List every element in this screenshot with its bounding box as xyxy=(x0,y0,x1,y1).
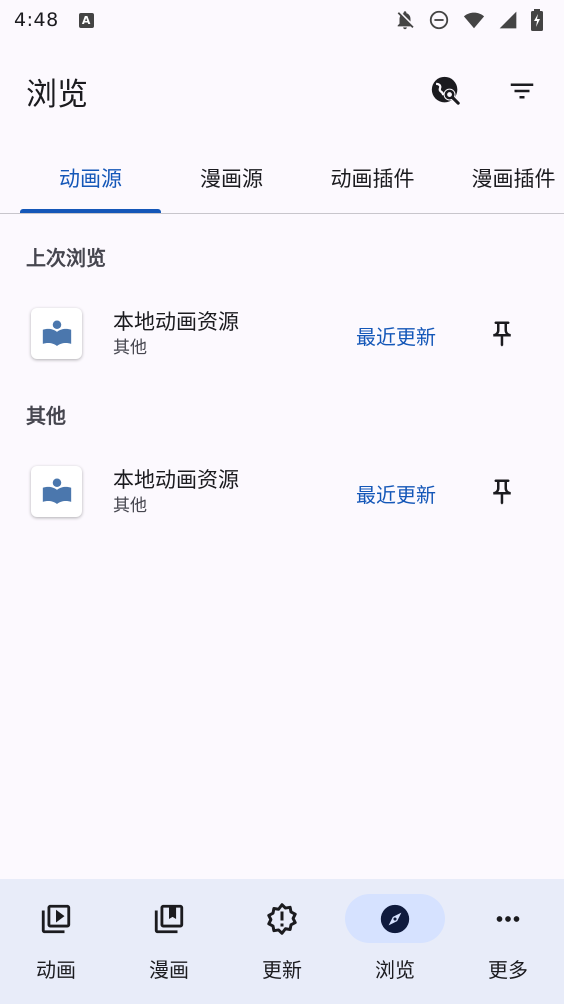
nav-more[interactable]: 更多 xyxy=(452,879,564,1004)
source-language: 其他 xyxy=(113,496,147,516)
status-time: 4:48 xyxy=(14,9,59,31)
latest-button[interactable]: 最近更新 xyxy=(356,479,436,508)
source-icon xyxy=(31,308,82,359)
tab-anime-extensions[interactable]: 动画插件 xyxy=(302,144,443,212)
nav-more-indicator xyxy=(458,894,558,943)
explore-icon xyxy=(380,904,410,933)
section-header-other: 其他 xyxy=(26,404,66,428)
source-tabs: 动画源 漫画源 动画插件 漫画插件 xyxy=(0,144,564,214)
global-search-button[interactable] xyxy=(428,73,464,109)
nav-anime[interactable]: 动画 xyxy=(0,879,112,1004)
nav-updates[interactable]: 更新 xyxy=(226,879,338,1004)
filter-button[interactable] xyxy=(504,73,540,109)
source-text: 本地动画资源 其他 xyxy=(113,466,239,518)
local-source-book-icon xyxy=(42,320,71,346)
new-releases-icon xyxy=(267,902,297,935)
nav-label: 漫画 xyxy=(149,958,189,982)
nav-label: 浏览 xyxy=(375,958,415,982)
section-header-last-used: 上次浏览 xyxy=(26,246,106,270)
source-language: 其他 xyxy=(113,338,147,358)
filter-icon xyxy=(510,83,534,99)
source-row[interactable]: 本地动画资源 其他 最近更新 xyxy=(0,452,564,532)
notifications-off-icon xyxy=(397,11,414,30)
wifi-icon xyxy=(463,12,485,29)
nav-label: 更新 xyxy=(262,958,302,982)
nav-updates-indicator xyxy=(232,894,332,943)
pin-button[interactable] xyxy=(484,474,520,510)
page-title: 浏览 xyxy=(26,76,88,113)
bottom-navigation: 动画 漫画 更新 浏览 更多 xyxy=(0,879,564,1004)
app-notification-icon: A xyxy=(78,12,94,28)
more-horiz-icon xyxy=(496,915,520,922)
source-name: 本地动画资源 xyxy=(113,468,239,492)
nav-browse-indicator xyxy=(345,894,445,943)
nav-browse[interactable]: 浏览 xyxy=(339,879,451,1004)
source-text: 本地动画资源 其他 xyxy=(113,308,239,360)
pin-button[interactable] xyxy=(484,316,520,352)
nav-manga[interactable]: 漫画 xyxy=(113,879,225,1004)
pin-icon xyxy=(493,321,511,347)
video-library-icon xyxy=(41,904,71,933)
pin-icon xyxy=(493,479,511,505)
travel-explore-icon xyxy=(431,76,460,105)
source-icon xyxy=(31,466,82,517)
top-actions xyxy=(428,73,540,109)
tab-indicator xyxy=(20,209,161,213)
nav-label: 更多 xyxy=(488,958,528,982)
nav-manga-indicator xyxy=(119,894,219,943)
cellular-signal-icon xyxy=(499,11,517,29)
battery-charging-icon xyxy=(531,9,543,31)
source-row[interactable]: 本地动画资源 其他 最近更新 xyxy=(0,294,564,374)
nav-anime-indicator xyxy=(6,894,106,943)
status-icons xyxy=(394,9,544,31)
tab-manga-sources[interactable]: 漫画源 xyxy=(161,144,302,212)
latest-button[interactable]: 最近更新 xyxy=(356,321,436,350)
local-source-book-icon xyxy=(42,478,71,504)
tab-anime-sources[interactable]: 动画源 xyxy=(20,144,161,212)
source-name: 本地动画资源 xyxy=(113,310,239,334)
tab-manga-extensions[interactable]: 漫画插件 xyxy=(443,144,564,212)
collections-bookmark-icon xyxy=(154,904,184,933)
do-not-disturb-icon xyxy=(429,10,449,30)
nav-label: 动画 xyxy=(36,958,76,982)
top-app-bar: 浏览 xyxy=(0,56,564,126)
status-bar: 4:48 A xyxy=(0,0,564,40)
